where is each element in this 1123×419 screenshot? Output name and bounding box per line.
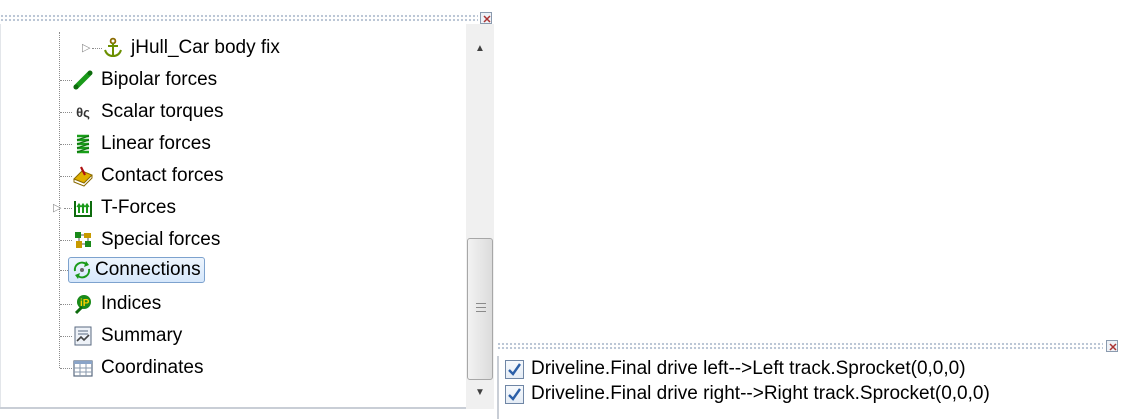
tree-item-label: Scalar torques — [101, 101, 224, 122]
connection-item-final-drive-right[interactable]: Driveline.Final drive right-->Right trac… — [505, 382, 990, 406]
grip-lines-icon — [476, 303, 486, 315]
connection-label: Driveline.Final drive left-->Left track.… — [531, 358, 966, 379]
tree-item-scalar-torques[interactable]: θς Scalar torques — [72, 98, 227, 126]
tree-item-contact-forces[interactable]: Contact forces — [72, 162, 227, 190]
object-tree-panel: ▷ jHull_Car body fix Bipolar forces θς S… — [0, 0, 500, 419]
tree-item-label: Bipolar forces — [101, 69, 218, 90]
tree-connector-branch — [60, 144, 72, 145]
tree-item-label: T-Forces — [101, 197, 176, 218]
tree-connector-branch — [60, 240, 72, 241]
tree-item-bipolar-forces[interactable]: Bipolar forces — [72, 66, 220, 94]
tree-item-indices[interactable]: iP Indices — [72, 290, 164, 318]
scalar-torques-icon: θς — [76, 104, 90, 120]
bipolar-forces-icon — [72, 69, 94, 91]
tree-connector-branch — [60, 304, 72, 305]
tree-item-label: Indices — [101, 293, 162, 314]
tree-connector-branch — [60, 336, 72, 337]
tree-item-label: jHull_Car body fix — [131, 37, 280, 58]
tree-item-coordinates[interactable]: Coordinates — [72, 354, 206, 382]
expand-arrow-icon[interactable]: ▷ — [53, 202, 61, 214]
tree-item-connections[interactable]: Connections — [68, 256, 205, 284]
tree-item-special-forces[interactable]: Special forces — [72, 226, 223, 254]
tree-connector-branch — [60, 112, 72, 113]
tree-item-label: Summary — [101, 325, 183, 346]
indices-icon: iP — [72, 293, 94, 315]
connections-panel: Driveline.Final drive left-->Left track.… — [497, 340, 1123, 419]
tree-frame-left — [0, 24, 1, 409]
t-forces-icon — [72, 197, 94, 219]
table-icon — [72, 357, 94, 379]
tree-connector-branch — [60, 80, 72, 81]
connection-checkbox[interactable] — [505, 359, 524, 379]
tree-item-label: Contact forces — [101, 165, 224, 186]
tree-vertical-scrollbar[interactable]: ▲ ▼ — [466, 24, 494, 409]
connections-panel-header-grip[interactable] — [497, 342, 1103, 350]
scroll-up-arrow-icon[interactable]: ▲ — [466, 34, 494, 62]
connections-icon — [71, 259, 93, 281]
tree-panel-header-grip[interactable] — [0, 14, 478, 22]
tree-connector-branch — [92, 48, 102, 49]
scroll-thumb[interactable] — [467, 238, 493, 380]
spring-icon — [72, 133, 94, 155]
tree-connector-line — [59, 32, 60, 368]
tree-panel-close-button[interactable] — [480, 12, 492, 24]
connections-panel-close-button[interactable] — [1106, 340, 1118, 352]
summary-icon — [72, 325, 94, 347]
tree-connector-branch — [64, 208, 72, 209]
tree-item-t-forces[interactable]: T-Forces — [72, 194, 179, 222]
expand-arrow-icon[interactable]: ▷ — [82, 42, 90, 54]
tree-item-label: Connections — [95, 259, 201, 280]
tree-frame-bottom — [0, 407, 466, 409]
tree-connector-branch — [60, 176, 72, 177]
tree-item-label: Coordinates — [101, 357, 204, 378]
contact-forces-icon — [72, 165, 94, 187]
tree-item-jhull-car-body-fix[interactable]: jHull_Car body fix — [102, 34, 283, 62]
tree-item-summary[interactable]: Summary — [72, 322, 185, 350]
connection-item-final-drive-left[interactable]: Driveline.Final drive left-->Left track.… — [505, 357, 966, 381]
scroll-down-arrow-icon[interactable]: ▼ — [466, 378, 494, 406]
tree-item-label: Linear forces — [101, 133, 211, 154]
connection-label: Driveline.Final drive right-->Right trac… — [531, 383, 990, 404]
connections-frame-left — [497, 356, 499, 419]
anchor-icon — [102, 37, 124, 59]
tree-item-linear-forces[interactable]: Linear forces — [72, 130, 214, 158]
tree-item-label: Special forces — [101, 229, 221, 250]
tree-connector-branch — [60, 368, 72, 369]
tree-item-connections-label: Connections — [68, 257, 205, 283]
connection-checkbox[interactable] — [505, 384, 524, 404]
special-forces-icon — [72, 229, 94, 251]
